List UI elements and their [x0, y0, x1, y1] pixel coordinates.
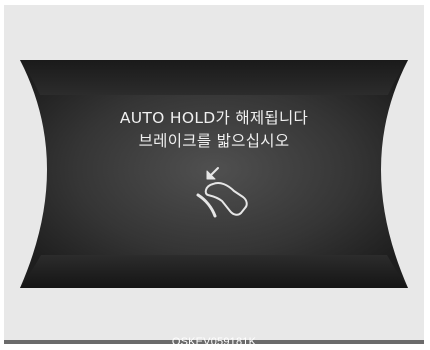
- auto-hold-released-message: AUTO HOLD가 해제됩니다: [119, 109, 309, 127]
- figure-caption-bar: OSKEV059181K: [4, 336, 424, 344]
- display-bottom-band: [20, 255, 408, 288]
- figure-code: OSKEV059181K: [171, 336, 257, 344]
- figure-frame: AUTO HOLD가 해제됩니다 브레이크를 밟으십시오 OSKEV059181…: [4, 5, 424, 344]
- cluster-display-panel: [20, 60, 408, 288]
- press-brake-message: 브레이크를 밟으십시오: [138, 132, 290, 150]
- display-top-band: [20, 60, 408, 95]
